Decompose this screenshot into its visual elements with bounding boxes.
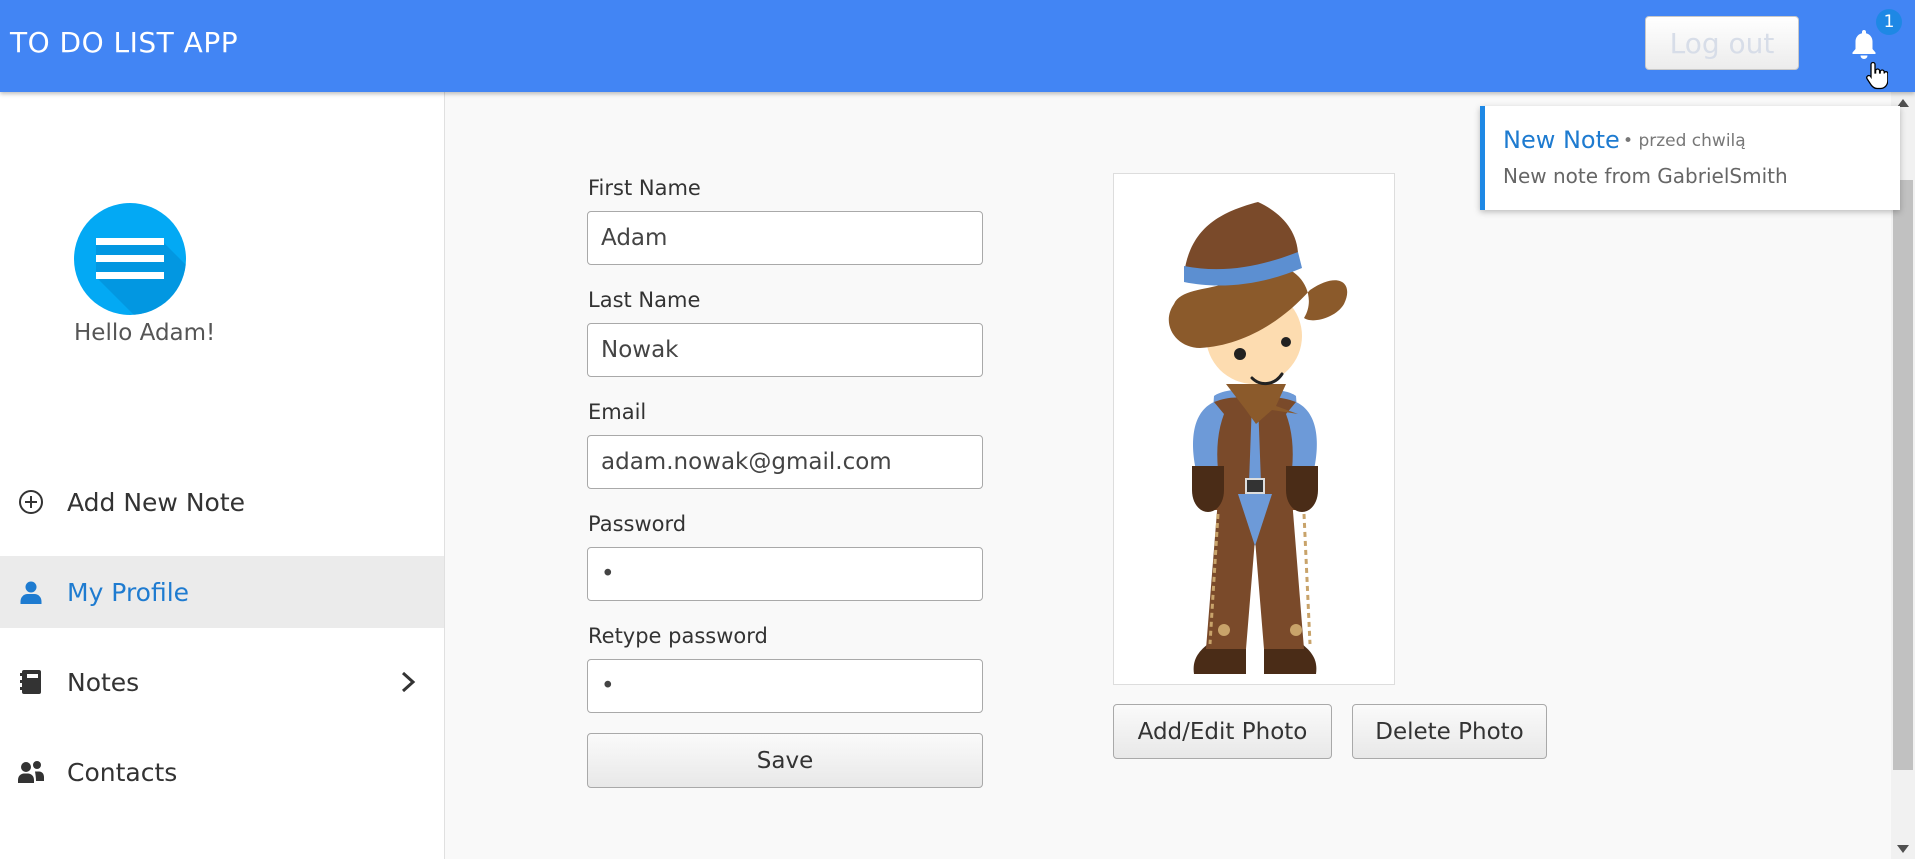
sidebar-item-label: My Profile xyxy=(67,577,190,607)
top-bar: TO DO LIST APP Log out 1 xyxy=(0,0,1915,92)
sidebar-item-contacts[interactable]: Contacts xyxy=(0,736,444,808)
retype-password-label: Retype password xyxy=(588,624,768,648)
sidebar-item-label: Notes xyxy=(67,667,140,697)
last-name-field[interactable] xyxy=(587,323,983,377)
notification-title: New Note xyxy=(1503,126,1620,154)
retype-password-field[interactable] xyxy=(587,659,983,713)
notification-separator: • xyxy=(1623,131,1634,151)
notification-popup[interactable]: New Note • przed chwilą New note from Ga… xyxy=(1480,106,1900,210)
sidebar-item-my-profile[interactable]: My Profile xyxy=(0,556,444,628)
email-label: Email xyxy=(588,400,647,424)
greeting: Hello Adam! xyxy=(74,320,216,346)
avatar xyxy=(74,203,186,315)
sidebar-item-label: Add New Note xyxy=(67,487,246,517)
sidebar: Hello Adam! Add New Note My Profile Note… xyxy=(0,92,445,859)
add-edit-photo-button[interactable]: Add/Edit Photo xyxy=(1113,704,1332,759)
scrollbar-thumb[interactable] xyxy=(1893,180,1913,770)
profile-photo xyxy=(1113,173,1395,685)
chevron-right-icon xyxy=(401,671,416,693)
pointer-cursor-icon xyxy=(1866,61,1888,90)
user-icon xyxy=(18,579,44,605)
notification-time: • przed chwilą xyxy=(1623,131,1746,151)
password-label: Password xyxy=(588,512,687,536)
first-name-field[interactable] xyxy=(587,211,983,265)
notebook-icon xyxy=(18,669,44,695)
scroll-down-arrow-icon[interactable] xyxy=(1893,842,1913,856)
last-name-label: Last Name xyxy=(588,288,701,312)
delete-photo-button[interactable]: Delete Photo xyxy=(1352,704,1547,759)
contacts-icon xyxy=(18,759,44,785)
logout-button[interactable]: Log out xyxy=(1645,16,1799,70)
sidebar-item-label: Contacts xyxy=(67,757,178,787)
sidebar-item-notes[interactable]: Notes xyxy=(0,646,444,718)
notification-count-badge: 1 xyxy=(1876,9,1902,35)
cowboy-avatar-illustration xyxy=(1168,202,1348,674)
bell-icon[interactable] xyxy=(1850,28,1878,60)
first-name-label: First Name xyxy=(588,176,701,200)
sidebar-item-add-new-note[interactable]: Add New Note xyxy=(0,466,444,538)
email-field[interactable] xyxy=(587,435,983,489)
plus-circle-icon xyxy=(18,489,44,515)
app-title: TO DO LIST APP xyxy=(10,26,239,59)
hamburger-menu-icon xyxy=(96,238,186,315)
save-button[interactable]: Save xyxy=(587,733,983,788)
password-field[interactable] xyxy=(587,547,983,601)
notification-body: New note from GabrielSmith xyxy=(1503,164,1788,188)
notification-time-text: przed chwilą xyxy=(1638,131,1746,151)
